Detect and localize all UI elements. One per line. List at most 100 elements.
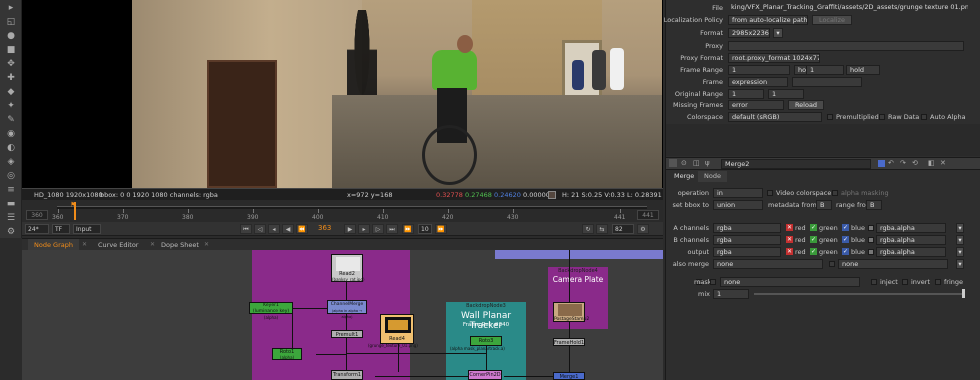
- colorspace-dropdown[interactable]: default (sRGB): [728, 112, 822, 122]
- keyer-node[interactable]: Keyer1 (luminance key) (alpha): [249, 302, 293, 320]
- center-icon[interactable]: ◫: [693, 159, 700, 167]
- move-icon[interactable]: ✚: [5, 72, 17, 84]
- minus-icon[interactable]: ▬: [5, 198, 17, 210]
- frame-range-end-field[interactable]: 1: [806, 65, 844, 75]
- after-dropdown[interactable]: hold: [846, 65, 880, 75]
- framehold-node[interactable]: FrameHold1: [553, 338, 585, 346]
- alpha-channel-toggle[interactable]: [868, 249, 874, 255]
- cube-icon[interactable]: ◆: [5, 86, 17, 98]
- bounce-icon[interactable]: ⇆: [596, 224, 608, 234]
- prev-keyframe-icon[interactable]: ◁: [254, 224, 266, 234]
- wand-icon[interactable]: ✦: [5, 100, 17, 112]
- green-channel-toggle[interactable]: ✓: [810, 236, 817, 243]
- original-range-end-field[interactable]: 1: [768, 89, 804, 99]
- original-range-start-field[interactable]: 1: [728, 89, 764, 99]
- frame-end-field[interactable]: 441: [637, 210, 659, 220]
- tab-node[interactable]: Node: [698, 171, 727, 182]
- transform-node[interactable]: Transform1: [331, 370, 363, 380]
- also-merge-dropdown-2[interactable]: none: [838, 259, 948, 269]
- operation-dropdown[interactable]: in: [713, 188, 763, 198]
- play-forward-icon[interactable]: ▶: [344, 224, 356, 234]
- file-path-field[interactable]: king/VFX_Planar_Tracking_Graffiti/assets…: [728, 3, 968, 13]
- premultiplied-checkbox[interactable]: [827, 114, 833, 120]
- missing-frames-dropdown[interactable]: error: [728, 100, 784, 110]
- list-icon[interactable]: ≡: [5, 184, 17, 196]
- undo-icon[interactable]: ↶: [888, 159, 894, 167]
- close-tab-icon[interactable]: ✕: [82, 241, 87, 248]
- also-merge-dropdown[interactable]: none: [713, 259, 823, 269]
- alpha-channel-dropdown[interactable]: rgba.alpha: [876, 247, 946, 257]
- a-channels-dropdown[interactable]: rgba: [713, 223, 781, 233]
- info-icon[interactable]: ◉: [5, 128, 17, 140]
- square-icon[interactable]: ■: [5, 44, 17, 56]
- alpha-channel-dropdown[interactable]: rgba.alpha: [876, 235, 946, 245]
- auto-alpha-checkbox[interactable]: [921, 114, 927, 120]
- alpha-masking-checkbox[interactable]: [832, 190, 838, 196]
- revert-icon[interactable]: ⟲: [912, 159, 918, 167]
- backdrop-node[interactable]: [495, 250, 663, 259]
- blue-channel-toggle[interactable]: ✓: [842, 248, 849, 255]
- skip-forward-icon[interactable]: ⏩: [402, 224, 414, 234]
- playhead-marker-icon[interactable]: ⚑: [70, 201, 76, 209]
- red-channel-toggle[interactable]: ✕: [786, 236, 793, 243]
- mask-dropdown[interactable]: none: [720, 277, 860, 287]
- collapse-icon[interactable]: [669, 159, 677, 167]
- tab-merge[interactable]: Merge: [668, 171, 701, 182]
- merge-node[interactable]: Merge1: [553, 372, 585, 380]
- close-tab-icon[interactable]: ✕: [204, 241, 209, 248]
- mix-slider-handle[interactable]: [962, 289, 965, 298]
- float-icon[interactable]: ◧: [928, 159, 935, 167]
- viewer-canvas[interactable]: [22, 0, 663, 188]
- frame-range-start-field[interactable]: 1: [728, 65, 790, 75]
- fps-field[interactable]: 24*: [25, 224, 49, 234]
- goto-start-icon[interactable]: ⏮: [240, 224, 252, 234]
- reload-button[interactable]: Reload: [788, 100, 824, 110]
- select-icon[interactable]: ◱: [5, 16, 17, 28]
- pointer-icon[interactable]: ▸: [5, 2, 17, 14]
- read-node[interactable]: Read4: [380, 314, 414, 344]
- mix-slider-track[interactable]: [754, 293, 964, 295]
- b-channels-dropdown[interactable]: rgba: [713, 235, 781, 245]
- mask-checkbox[interactable]: [710, 279, 716, 285]
- goto-end-icon[interactable]: ⏭: [386, 224, 398, 234]
- proxy-format-dropdown[interactable]: root.proxy_format 1024x778: [728, 53, 820, 63]
- proxy-path-field[interactable]: [728, 41, 964, 51]
- skip-increment-icon[interactable]: ⏩: [435, 224, 447, 234]
- frame-start-field[interactable]: 360: [26, 210, 48, 220]
- invert-checkbox[interactable]: [902, 279, 908, 285]
- node-color-icon[interactable]: ψ: [705, 159, 710, 167]
- inject-checkbox[interactable]: [871, 279, 877, 285]
- drop-icon[interactable]: ◐: [5, 142, 17, 154]
- bars-icon[interactable]: ☰: [5, 212, 17, 224]
- blue-channel-toggle[interactable]: ✓: [842, 224, 849, 231]
- roto-node[interactable]: Roto1 (alpha): [272, 348, 302, 360]
- eye-icon[interactable]: ◎: [5, 170, 17, 182]
- node-name-field[interactable]: Merge2: [721, 159, 871, 169]
- green-channel-toggle[interactable]: ✓: [810, 224, 817, 231]
- play-backward-icon[interactable]: ◀: [282, 224, 294, 234]
- step-back-icon[interactable]: ◂: [268, 224, 280, 234]
- timeline[interactable]: 360 ⚑ 360 370 380 390 400 410 420 430 44…: [22, 200, 663, 222]
- metadata-from-dropdown[interactable]: B: [816, 200, 832, 210]
- current-frame-field[interactable]: 363: [318, 224, 331, 232]
- cornerpin-node[interactable]: CornerPin2D: [468, 370, 502, 380]
- channelmerge-node[interactable]: ChannelMerge (alpha in alpha → alpha): [327, 300, 367, 319]
- alpha-channel-toggle[interactable]: [868, 237, 874, 243]
- paint-icon[interactable]: ✎: [5, 114, 17, 126]
- timeline-track[interactable]: [57, 206, 647, 209]
- reset-icon[interactable]: ▾: [956, 223, 964, 233]
- postagestamp-node[interactable]: PostageStamp2: [553, 302, 589, 322]
- red-channel-toggle[interactable]: ✕: [786, 248, 793, 255]
- frame-expression-field[interactable]: [792, 77, 862, 87]
- loop-icon[interactable]: ↻: [582, 224, 594, 234]
- next-keyframe-icon[interactable]: ▷: [372, 224, 384, 234]
- localization-policy-dropdown[interactable]: from auto-localize path: [728, 15, 808, 25]
- set-bbox-dropdown[interactable]: union: [713, 200, 763, 210]
- green-channel-toggle[interactable]: ✓: [810, 248, 817, 255]
- step-forward-icon[interactable]: ▸: [358, 224, 370, 234]
- alpha-channel-dropdown[interactable]: rgba.alpha: [876, 223, 946, 233]
- circle-icon[interactable]: ●: [5, 30, 17, 42]
- help-icon[interactable]: ⊙: [681, 159, 687, 167]
- raw-data-checkbox[interactable]: [879, 114, 885, 120]
- mix-field[interactable]: 1: [713, 289, 749, 299]
